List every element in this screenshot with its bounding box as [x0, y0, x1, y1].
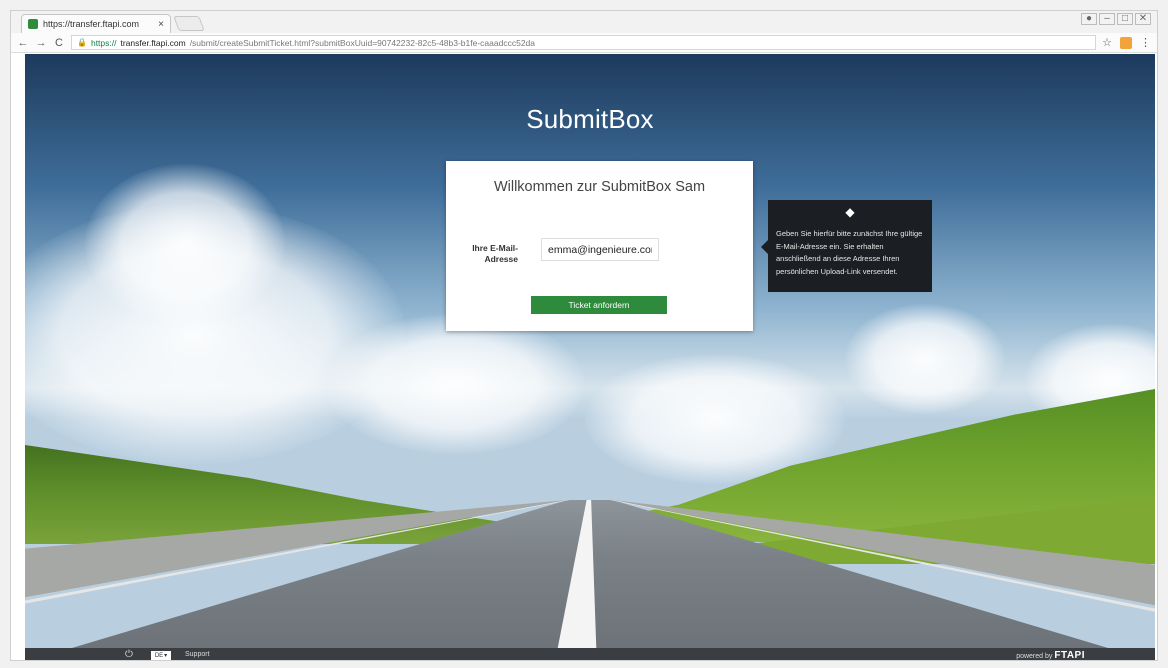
ftapi-logo: FTAPI — [1054, 650, 1085, 661]
powered-by: powered by FTAPI — [1016, 650, 1085, 661]
power-icon[interactable]: ⏻ — [125, 649, 133, 660]
email-label-line1: Ihre E-Mail- — [472, 243, 518, 253]
email-input[interactable] — [541, 238, 659, 261]
powered-by-text: powered by — [1016, 653, 1053, 660]
brand-title: SubmitBox — [526, 104, 654, 134]
email-label-line2: Adresse — [484, 254, 518, 264]
language-value: DE — [154, 652, 164, 659]
browser-tab[interactable]: https://transfer.ftapi.com × — [21, 14, 171, 33]
cloud-image — [85, 164, 285, 324]
cloud-image — [845, 304, 1005, 414]
cloud-image — [325, 314, 585, 454]
request-ticket-button[interactable]: Ticket anfordern — [531, 296, 667, 314]
user-icon[interactable]: ● — [1081, 13, 1097, 25]
page-footer: ⏻ DE ▾ Support powered by FTAPI — [25, 648, 1155, 661]
forward-icon[interactable]: → — [35, 37, 47, 49]
chevron-down-icon: ▾ — [164, 653, 168, 659]
toolbar-actions: ☆ ⋮ — [1102, 36, 1151, 49]
page-viewport: SubmitBox Willkommen zur SubmitBox Sam I… — [25, 54, 1155, 661]
new-tab-button[interactable] — [173, 16, 205, 31]
maximize-icon[interactable]: □ — [1117, 13, 1133, 25]
address-bar[interactable]: 🔒 https://transfer.ftapi.com/submit/crea… — [71, 35, 1097, 50]
card-title: Willkommen zur SubmitBox Sam — [493, 179, 706, 195]
browser-toolbar: ← → C 🔒 https://transfer.ftapi.com/submi… — [11, 33, 1157, 53]
language-select[interactable]: DE ▾ — [151, 651, 171, 660]
browser-window: https://transfer.ftapi.com × ● – □ ✕ ← →… — [10, 10, 1158, 661]
help-tooltip: ◆ Geben Sie hierfür bitte zunächst Ihre … — [761, 200, 932, 292]
close-icon[interactable]: ✕ — [1135, 13, 1151, 25]
menu-icon[interactable]: ⋮ — [1140, 36, 1151, 49]
favicon-icon — [28, 19, 38, 29]
extension-icon[interactable] — [1120, 36, 1132, 49]
tab-close-icon[interactable]: × — [158, 19, 164, 30]
welcome-card: Willkommen zur SubmitBox Sam Ihre E-Mail… — [446, 161, 753, 331]
email-label: Ihre E-Mail- Adresse — [458, 243, 518, 265]
minimize-icon[interactable]: – — [1099, 13, 1115, 25]
back-icon[interactable]: ← — [17, 37, 29, 49]
url-host: transfer.ftapi.com — [120, 37, 186, 48]
support-link[interactable]: Support — [185, 651, 210, 658]
bookmark-star-icon[interactable]: ☆ — [1102, 36, 1112, 49]
tab-strip: https://transfer.ftapi.com × ● – □ ✕ — [11, 11, 1157, 33]
window-controls: ● – □ ✕ — [1081, 13, 1151, 25]
reload-icon[interactable]: C — [53, 37, 65, 49]
tooltip-text: Geben Sie hierfür bitte zunächst Ihre gü… — [776, 229, 923, 276]
tab-title: https://transfer.ftapi.com — [43, 19, 140, 29]
url-scheme: https:// — [90, 37, 117, 48]
ticket-icon: ◆ — [845, 205, 855, 219]
lock-icon: 🔒 — [77, 38, 87, 47]
url-path: /submit/createSubmitTicket.html?submitBo… — [189, 37, 535, 48]
